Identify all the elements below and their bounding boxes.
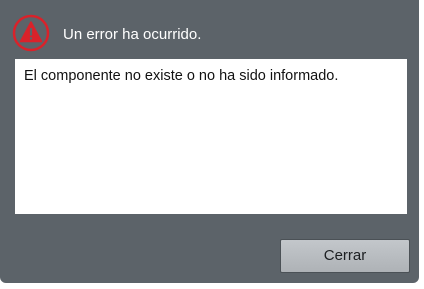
error-message: El componente no existe o no ha sido inf…: [15, 59, 407, 214]
warning-triangle-icon: [12, 14, 50, 52]
dialog-title: Un error ha ocurrido.: [63, 26, 202, 43]
close-button[interactable]: Cerrar: [280, 239, 410, 273]
error-dialog: Un error ha ocurrido. El componente no e…: [0, 0, 419, 283]
